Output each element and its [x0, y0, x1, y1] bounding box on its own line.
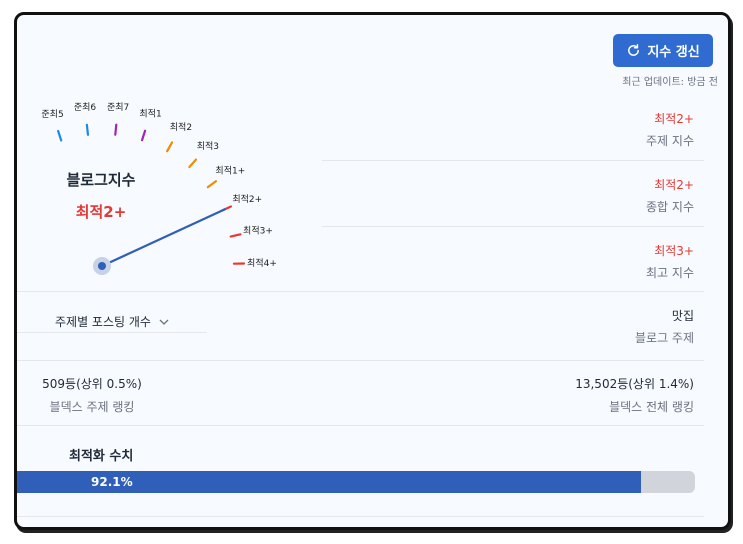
blog-topic-label: 블로그 주제 — [634, 331, 694, 345]
highest-index-label: 최고 지수 — [646, 266, 694, 280]
overall-index-label: 종합 지수 — [646, 200, 694, 214]
gauge-tick — [229, 233, 242, 238]
divider — [17, 516, 704, 517]
divider — [17, 291, 704, 292]
gauge-level-label: 최적2+ — [232, 193, 262, 205]
topic-index-value: 최적2+ — [654, 112, 694, 126]
update-note: 최근 업데이트: 방금 전 — [622, 77, 718, 88]
optimization-percent: 92.1% — [91, 475, 133, 489]
blog-topic-value: 맛집 — [671, 309, 694, 323]
overall-index-value: 최적2+ — [654, 178, 694, 192]
divider — [17, 360, 704, 361]
gauge-hub-dot — [98, 262, 106, 270]
gauge-level-label: 준최6 — [74, 102, 97, 113]
optimization-title: 최적화 수치 — [69, 449, 134, 464]
blog-index-panel: 지수 갱신 최근 업데이트: 방금 전 준최5 준최6 준최7 최적1 최적2 최적3 최적… — [14, 12, 731, 530]
gauge-level-label: 준최5 — [41, 109, 63, 120]
gauge-tick — [114, 123, 118, 136]
overall-index-stat: 최적2+ 종합 지수 — [646, 176, 694, 215]
topic-index-label: 주제 지수 — [646, 134, 694, 148]
gauge-level-label: 최적1+ — [215, 164, 245, 176]
gauge-tick — [188, 158, 198, 169]
refresh-icon — [628, 43, 640, 56]
divider — [17, 425, 704, 426]
total-ranking: 13,502등(상위 1.4%) 블덱스 전체 랭킹 — [575, 375, 694, 415]
gauge-value: 최적2+ — [75, 203, 127, 221]
divider — [17, 332, 207, 333]
total-ranking-value: 13,502등(상위 1.4%) — [575, 377, 694, 391]
gauge-level-label: 최적2 — [170, 121, 192, 133]
topic-ranking-label: 블덱스 주제 랭킹 — [49, 400, 135, 414]
chevron-down-icon — [159, 319, 169, 325]
gauge-level-label: 최적3+ — [243, 224, 273, 236]
gauge-level-label: 준최7 — [107, 102, 129, 113]
highest-index-value: 최적3+ — [654, 244, 694, 258]
gauge-tick — [140, 129, 147, 142]
refresh-label: 지수 갱신 — [647, 45, 700, 60]
posting-count-dropdown[interactable]: 주제별 포스팅 개수 — [55, 313, 169, 330]
topic-ranking: 509등(상위 0.5%) 블덱스 주제 랭킹 — [17, 375, 167, 415]
topic-ranking-value: 509등(상위 0.5%) — [42, 377, 142, 391]
blog-topic: 맛집 블로그 주제 — [635, 307, 694, 346]
gauge-level-label: 최적4+ — [247, 257, 277, 269]
blog-index-gauge: 준최5 준최6 준최7 최적1 최적2 최적3 최적1+ 최적2+ 최적3+ 최적4+ — [41, 102, 277, 275]
gauge-tick — [85, 123, 90, 136]
refresh-index-button[interactable]: 지수 갱신 — [613, 34, 713, 67]
total-ranking-label: 블덱스 전체 랭킹 — [609, 400, 694, 414]
gauge-tick — [57, 129, 63, 142]
gauge-level-label: 최적3 — [197, 140, 219, 152]
highest-index-stat: 최적3+ 최고 지수 — [646, 242, 694, 281]
gauge-tick — [166, 141, 174, 153]
gauge-title: 블로그지수 — [66, 171, 136, 189]
divider — [322, 226, 704, 227]
gauge-tick — [206, 180, 218, 189]
topic-index-stat: 최적2+ 주제 지수 — [646, 110, 694, 149]
dropdown-label: 주제별 포스팅 개수 — [55, 315, 151, 329]
gauge-level-label: 최적1 — [139, 108, 161, 120]
divider — [322, 160, 704, 161]
